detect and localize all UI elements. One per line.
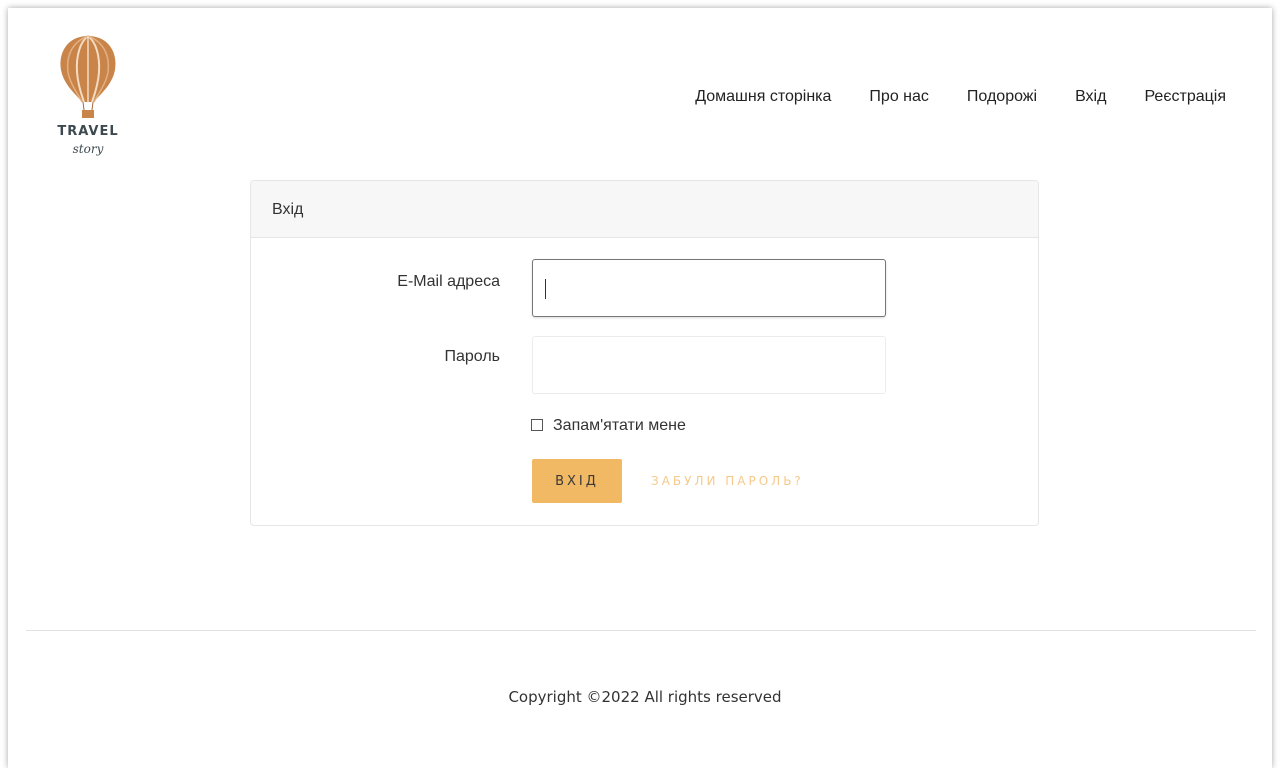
email-label: E-Mail адреса xyxy=(397,273,500,290)
nav-item-about[interactable]: Про нас xyxy=(869,88,928,106)
email-field[interactable] xyxy=(532,259,886,317)
logo-subtext: story xyxy=(72,142,104,156)
main-nav: Домашня сторінка Про нас Подорожі Вхід Р… xyxy=(657,88,1226,106)
hot-air-balloon-icon xyxy=(60,35,116,118)
nav-item-login[interactable]: Вхід xyxy=(1075,88,1106,106)
password-field[interactable] xyxy=(532,336,886,394)
password-label: Пароль xyxy=(444,348,500,365)
nav-item-home[interactable]: Домашня сторінка xyxy=(695,88,831,106)
footer-divider xyxy=(26,630,1256,631)
forgot-password-link[interactable]: ЗАБУЛИ ПАРОЛЬ? xyxy=(651,474,804,488)
copyright-text: Copyright ©2022 All rights reserved xyxy=(508,688,782,706)
login-button[interactable]: ВХІД xyxy=(532,459,622,503)
nav-item-trips[interactable]: Подорожі xyxy=(967,88,1037,106)
text-cursor xyxy=(545,279,546,299)
login-card: Вхід E-Mail адреса Пароль Запам'ятати ме… xyxy=(250,180,1039,526)
site-logo[interactable]: TRAVEL story xyxy=(52,32,124,162)
login-card-header: Вхід xyxy=(251,181,1038,238)
remember-me-label: Запам'ятати мене xyxy=(553,417,686,434)
checkbox-icon[interactable] xyxy=(531,419,543,431)
remember-me-checkbox[interactable]: Запам'ятати мене xyxy=(531,417,686,435)
page-frame: TRAVEL story Домашня сторінка Про нас По… xyxy=(8,8,1272,768)
nav-item-register[interactable]: Реєстрація xyxy=(1144,88,1226,106)
logo-text: TRAVEL xyxy=(57,124,119,139)
